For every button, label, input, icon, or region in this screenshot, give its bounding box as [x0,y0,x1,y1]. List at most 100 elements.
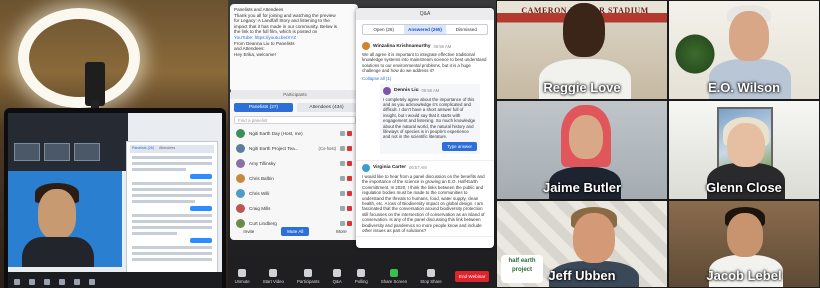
tab-open[interactable]: Open (26) [363,25,404,34]
question-time: 06:56 AM [433,43,452,49]
participant-controls [340,161,354,166]
text-line [132,156,212,159]
participant-list: Ngiti Earth Day (Host, me) Ngiti Earth Pr… [230,126,360,231]
toolbar-button-unmute[interactable]: Unmute [235,269,250,284]
video-icon [340,161,345,166]
toolbar-button-stop-share[interactable]: Stop Share [420,269,442,284]
participant-name: Ngiti Earth Project Tea... [249,146,299,151]
muted-mic-icon[interactable] [347,146,352,151]
asker-name: Virginia Carter [373,165,406,171]
question-header: Virginia Carter 06:57 AM [362,163,488,172]
question-text: I would like to hear from a panel discus… [362,173,485,233]
participant-controls [340,146,354,151]
qa-panel: Q&A Open (26) Answered (265) Dismissed W… [356,8,494,248]
participant-controls [340,221,354,226]
person-head [573,213,615,263]
toolbar-button-polling[interactable]: Polling [355,269,368,284]
video-icon [340,131,345,136]
asker-name: Winzalina Krishnamurthy [373,43,431,49]
question-text: We all agree it is important to integrat… [362,52,487,74]
video-tile[interactable]: Jaime Butler [496,100,668,200]
speaker-body [22,237,94,267]
collapse-link[interactable]: Collapse all (1) [362,76,488,81]
text-line [132,258,212,261]
text-line [132,200,195,203]
stop-share-icon [427,269,436,277]
toolbar-button-share-screen[interactable]: Share Screen [381,269,407,284]
question-time: 06:57 AM [408,165,427,171]
answer-time: 06:56 AM [421,88,440,94]
toolbar-label: Participants [297,279,320,284]
muted-mic-icon[interactable] [347,191,352,196]
video-tile[interactable]: Jacob Lebel [668,200,820,288]
participant-controls [340,131,354,136]
participant-row[interactable]: Chris Willi [230,186,360,201]
participant-row[interactable]: Craig Mills [230,201,360,216]
muted-mic-icon[interactable] [347,221,352,226]
text-line [132,232,177,235]
toolbar-label: Q&A [332,279,342,284]
type-answer-button[interactable]: Type answer [442,141,477,151]
video-tile[interactable]: CAMERON INDOOR STADIUM Reggie Love [496,0,668,100]
tab-attendees[interactable]: Attendees (434) [297,103,356,112]
answer-text: I completely agree about the importance … [383,96,476,140]
participant-role: (Co-host) [318,146,336,151]
toolbar-button-start-video[interactable]: Start Video [263,269,284,284]
text-line [132,162,212,165]
avatar [362,42,370,50]
mute-all-button[interactable]: Mute All [281,227,310,236]
avatar [383,86,391,95]
video-camera-icon [269,269,278,277]
participant-row[interactable]: Amy Tillinsky [230,156,360,171]
plant [675,29,715,79]
answer-block: Dennis Liu 06:56 AM I completely agree a… [380,83,480,154]
text-line [132,226,212,229]
end-webinar-button[interactable]: End Webinar [454,271,490,282]
question-header: Winzalina Krishnamurthy 06:56 AM [362,42,488,50]
toolbar-label: Polling [354,279,368,284]
participant-controls [340,191,354,196]
participant-name: Chris Balbin [249,176,274,181]
participants-panel: Participants Panelists (27) Attendees (4… [230,90,360,240]
participant-search-input[interactable]: Find a panelist [234,116,356,124]
more-button[interactable]: More [336,229,346,234]
video-tile[interactable]: half earth project Jeff Ubben [496,200,668,288]
participant-name: Jeff Ubben [548,268,616,283]
video-tile[interactable]: Glenn Close [668,100,820,200]
gallery-view: CAMERON INDOOR STADIUM Reggie Love E.O. … [496,0,820,288]
participant-row[interactable]: Chris Balbin [230,171,360,186]
text-line [132,188,212,191]
toolbar-button-participants[interactable]: Participants [297,269,320,284]
text-line [132,252,212,255]
toolbar-label: Share Screen [380,279,408,284]
toolbar-button-q-a[interactable]: Q&A [333,269,342,284]
blue-button [190,206,212,211]
participant-row[interactable]: Ngiti Earth Day (Host, me) [230,126,360,141]
blue-button [190,238,212,243]
video-tile[interactable]: E.O. Wilson [668,0,820,100]
participant-row[interactable]: Ngiti Earth Project Tea... (Co-host) [230,141,360,156]
muted-mic-icon[interactable] [347,161,352,166]
laptop-screen: Panelists (26) Attendees [8,113,222,288]
toolbar-icon [44,279,50,285]
tab-panelists[interactable]: Panelists (27) [234,103,293,112]
muted-mic-icon[interactable] [347,131,352,136]
text-line [132,214,212,217]
laptop-thumbnail-strip [8,113,128,171]
person-head [563,3,605,57]
participant-name: Curt Lindberg [249,221,277,226]
participants-icon [304,269,313,277]
text-line [132,246,212,249]
tab-answered[interactable]: Answered (265) [404,25,446,34]
participant-name: Jaime Butler [542,180,622,195]
toolbar-label: Start Video [262,279,284,284]
muted-mic-icon[interactable] [347,206,352,211]
invite-button[interactable]: Invite [243,229,254,234]
tab-dismissed[interactable]: Dismissed [446,25,487,34]
toolbar-label: Unmute [234,279,250,284]
muted-mic-icon[interactable] [347,176,352,181]
participants-footer: Invite Mute All More [230,227,360,236]
toolbar-icon [89,279,95,285]
zoom-toolbar: Unmute Start Video Participants Q&A Polling S… [228,256,496,288]
answerer-name: Dennis Liu [394,88,419,94]
